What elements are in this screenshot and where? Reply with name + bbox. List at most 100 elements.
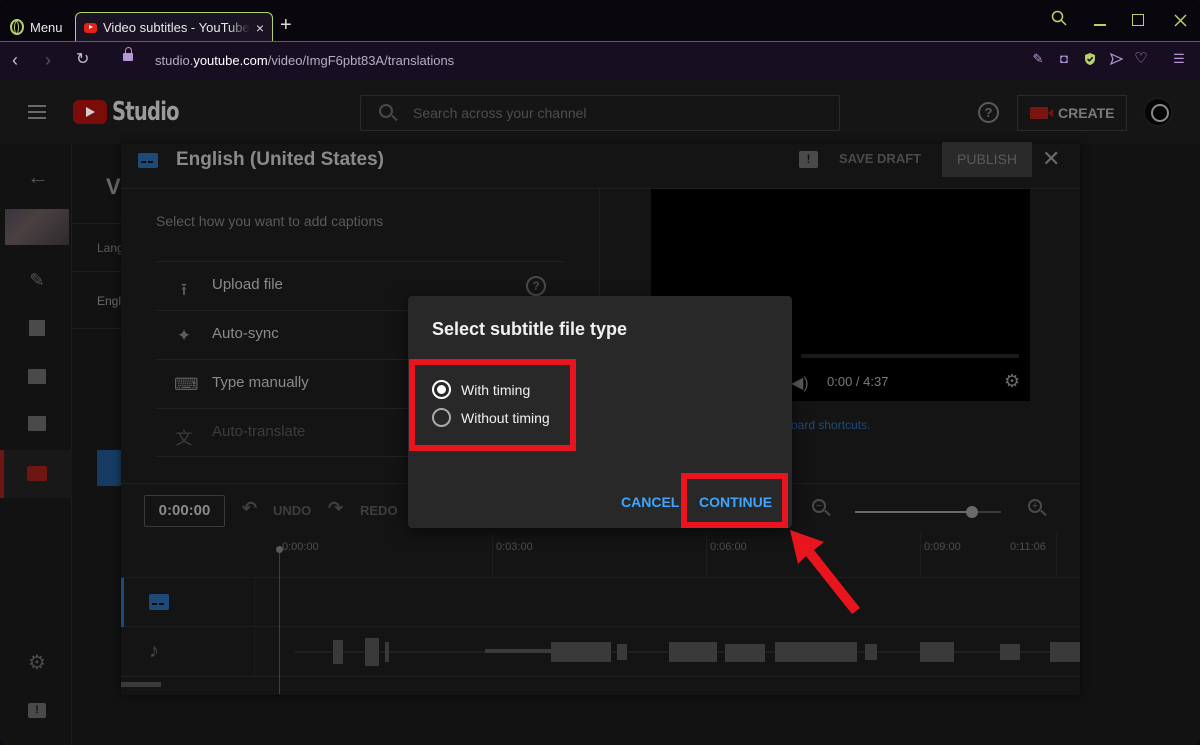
new-tab-button[interactable]: + xyxy=(280,14,292,36)
option-label: Type manually xyxy=(212,374,309,391)
keyboard-icon: ⌨ xyxy=(174,375,199,394)
track-label xyxy=(121,578,255,627)
slider-thumb[interactable] xyxy=(965,506,978,518)
ruler-label: 0:03:00 xyxy=(496,541,533,553)
youtube-favicon-icon xyxy=(84,22,97,33)
video-progress-bar[interactable] xyxy=(801,354,1019,358)
search-icon xyxy=(379,104,393,118)
ruler-tick: 0:09:00 xyxy=(920,534,961,578)
translate-icon: 文 xyxy=(175,429,193,448)
ruler-label: 0:11:06 xyxy=(1010,541,1046,553)
continue-button[interactable]: CONTINUE xyxy=(699,494,772,510)
captions-icon xyxy=(138,153,158,168)
keyboard-shortcuts-link[interactable]: oard shortcuts. xyxy=(791,418,870,432)
radio-with-timing[interactable]: With timing xyxy=(432,380,530,399)
create-video-icon xyxy=(1030,107,1053,119)
nav-active-indicator xyxy=(0,450,4,498)
minimize-icon[interactable] xyxy=(1094,24,1106,26)
add-captions-subtitle: Select how you want to add captions xyxy=(156,213,384,229)
upload-icon: ⭱ xyxy=(181,280,187,299)
language-row[interactable]: Engl xyxy=(97,294,121,308)
ruler-label: 0:00:00 xyxy=(282,541,319,553)
video-settings-gear-icon[interactable]: ⚙ xyxy=(1004,371,1020,392)
publish-button[interactable]: PUBLISH xyxy=(942,142,1032,177)
current-time-field[interactable]: 0:00:00 xyxy=(144,495,225,527)
hamburger-menu-icon[interactable] xyxy=(28,105,46,119)
youtube-logo-icon[interactable] xyxy=(73,100,107,124)
track-label: ♪ xyxy=(121,628,255,677)
timeline-zoom-slider[interactable] xyxy=(855,506,1001,518)
redo-icon[interactable]: ↷ xyxy=(328,498,343,519)
studio-header: Studio Search across your channel ? CREA… xyxy=(0,80,1200,144)
tab-close-icon[interactable]: × xyxy=(256,20,264,36)
back-arrow-icon[interactable]: ← xyxy=(27,166,49,188)
cancel-button[interactable]: CANCEL xyxy=(621,494,679,510)
volume-icon[interactable]: ◀) xyxy=(791,373,809,393)
ruler-label: 0:09:00 xyxy=(924,541,961,553)
ruler-tick: 0:11:06 xyxy=(1010,534,1057,578)
create-button[interactable]: CREATE xyxy=(1017,95,1127,131)
zoom-out-icon[interactable]: − xyxy=(812,499,826,513)
radio-unselected-icon[interactable] xyxy=(432,408,451,427)
account-avatar[interactable] xyxy=(1143,97,1173,127)
radio-label: With timing xyxy=(461,381,531,398)
back-icon[interactable]: ‹ xyxy=(12,51,18,69)
menu-label: Menu xyxy=(30,19,63,35)
lock-icon xyxy=(123,47,133,61)
url-field[interactable]: studio.youtube.com/video/ImgF6pbt83A/tra… xyxy=(155,53,454,68)
opera-logo-icon xyxy=(10,19,24,35)
music-note-icon: ♪ xyxy=(149,640,159,662)
snapshot-edit-icon[interactable]: ✎ xyxy=(1031,52,1045,66)
radio-selected-icon[interactable] xyxy=(432,380,451,399)
tab-video-subtitles[interactable]: Video subtitles - YouTube Studio × xyxy=(75,12,273,42)
language-column-header: Lang xyxy=(97,241,124,255)
editor-clapper-icon[interactable] xyxy=(28,369,46,384)
annotation-arrow-icon xyxy=(790,530,860,614)
maximize-icon[interactable] xyxy=(1132,14,1144,26)
radio-without-timing[interactable]: Without timing xyxy=(432,408,550,427)
video-thumbnail[interactable] xyxy=(5,209,69,245)
subtitles-icon[interactable] xyxy=(27,466,47,481)
redo-button[interactable]: REDO xyxy=(360,503,398,518)
heart-icon[interactable]: ♡ xyxy=(1134,51,1148,66)
opera-menu-button[interactable]: Menu xyxy=(10,16,63,38)
audio-track[interactable]: ♪ xyxy=(121,628,1080,677)
settings-sliders-icon[interactable]: ☰ xyxy=(1172,52,1186,66)
undo-icon[interactable]: ↶ xyxy=(242,498,257,519)
sparkle-icon: ✦ xyxy=(176,326,192,345)
search-icon[interactable] xyxy=(1051,10,1067,26)
comments-icon[interactable] xyxy=(28,416,46,431)
save-draft-button[interactable]: SAVE DRAFT xyxy=(839,151,921,166)
close-icon[interactable] xyxy=(1174,14,1187,27)
subtitle-track[interactable] xyxy=(121,578,1080,627)
option-label: Auto-sync xyxy=(212,325,279,342)
editor-language-title: English (United States) xyxy=(176,149,384,170)
zoom-in-icon[interactable]: + xyxy=(1028,499,1042,513)
select-subtitle-file-type-dialog: Select subtitle file type With timing Wi… xyxy=(408,296,792,528)
feedback-icon[interactable]: ! xyxy=(799,151,818,168)
undo-button[interactable]: UNDO xyxy=(273,503,311,518)
studio-logo-text[interactable]: Studio xyxy=(112,97,180,127)
create-label: CREATE xyxy=(1058,105,1115,121)
shield-check-icon[interactable] xyxy=(1083,52,1097,66)
send-feedback-icon[interactable]: ! xyxy=(28,703,46,718)
help-icon[interactable]: ? xyxy=(526,276,546,296)
pencil-details-icon[interactable]: ✎ xyxy=(27,271,47,289)
reload-icon[interactable]: ↻ xyxy=(76,51,89,69)
editor-header: English (United States) ! SAVE DRAFT PUB… xyxy=(121,142,1080,189)
send-icon[interactable] xyxy=(1109,52,1123,66)
timeline-scrollbar[interactable] xyxy=(121,682,161,687)
help-icon[interactable]: ? xyxy=(978,102,999,123)
browser-window: Menu Video subtitles - YouTube Studio × … xyxy=(0,0,1200,745)
settings-gear-icon[interactable]: ⚙ xyxy=(27,653,47,673)
left-nav: ← ✎ ⚙ ! xyxy=(0,144,72,745)
ruler-label: 0:06:00 xyxy=(710,541,747,553)
channel-search-input[interactable]: Search across your channel xyxy=(360,95,840,131)
close-editor-icon[interactable]: ✕ xyxy=(1042,146,1060,172)
page-title: V xyxy=(106,174,121,199)
camera-icon[interactable]: ◘ xyxy=(1057,52,1071,66)
playhead[interactable] xyxy=(276,546,283,694)
tab-bar: Menu Video subtitles - YouTube Studio × … xyxy=(0,0,1200,42)
analytics-icon[interactable] xyxy=(29,320,45,336)
forward-icon[interactable]: › xyxy=(45,51,51,69)
